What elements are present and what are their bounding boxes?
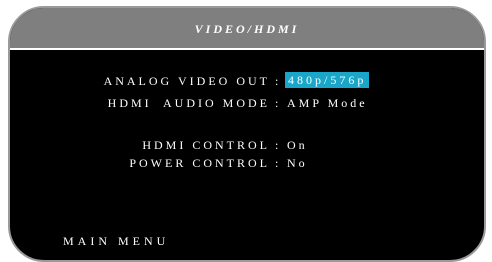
setting-row-hdmi-control[interactable]: HDMI CONTROL bbox=[0, 138, 270, 154]
osd-screen: VIDEO/HDMI bbox=[8, 6, 486, 262]
main-menu-link[interactable]: MAIN MENU bbox=[63, 234, 169, 249]
setting-value-hdmi-audio-mode[interactable]: AMP Mode bbox=[287, 96, 368, 111]
setting-value-power-control[interactable]: No bbox=[287, 156, 308, 171]
screen-title: VIDEO/HDMI bbox=[194, 22, 300, 36]
setting-value-hdmi-control[interactable]: On bbox=[287, 138, 308, 153]
setting-row-analog-video-out[interactable]: ANALOG VIDEO OUT bbox=[0, 74, 270, 90]
setting-label: HDMI AUDIO MODE bbox=[107, 96, 270, 110]
setting-separator: : bbox=[275, 156, 279, 170]
setting-label: POWER CONTROL bbox=[129, 156, 270, 170]
setting-separator: : bbox=[275, 138, 279, 152]
setting-value-analog-video-out[interactable]: 480p/576p bbox=[285, 72, 370, 88]
setting-separator: : bbox=[275, 96, 279, 110]
setting-separator: : bbox=[275, 74, 279, 88]
setting-row-hdmi-audio-mode[interactable]: HDMI AUDIO MODE bbox=[0, 96, 270, 112]
title-bar: VIDEO/HDMI bbox=[10, 8, 484, 50]
setting-row-power-control[interactable]: POWER CONTROL bbox=[0, 156, 270, 172]
setting-label: ANALOG VIDEO OUT bbox=[103, 74, 270, 88]
setting-label: HDMI CONTROL bbox=[142, 138, 270, 152]
